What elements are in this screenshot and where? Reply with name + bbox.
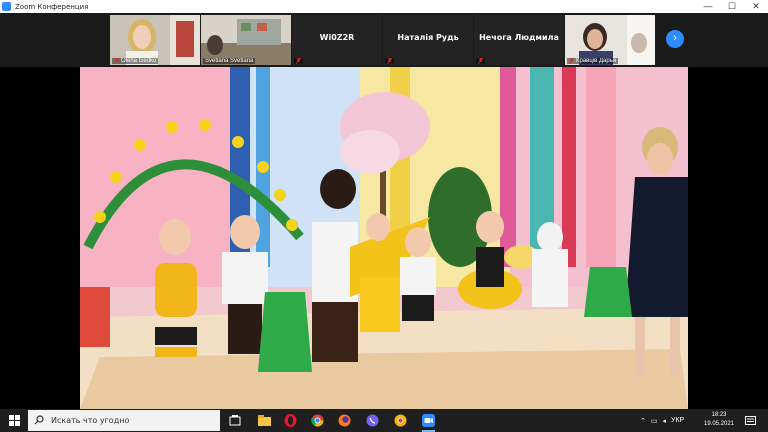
participant-caption-2: Svetlana Svetlana <box>203 58 256 64</box>
close-button[interactable]: ✕ <box>744 0 768 13</box>
participant-caption-1: Olena Gedko <box>112 58 159 64</box>
zoom-icon[interactable] <box>420 412 437 432</box>
clock-date: 19.05.2021 <box>703 421 735 427</box>
search-placeholder: Искать что угодно <box>51 416 130 425</box>
chevron-right-icon[interactable]: › <box>666 30 684 48</box>
window-title: Zoom Конференция <box>15 2 89 11</box>
chrome-icon[interactable] <box>309 412 326 429</box>
muted-mic-icon <box>387 58 392 64</box>
notification-icon[interactable] <box>745 414 756 432</box>
active-speaker-video <box>80 67 688 409</box>
kindergarten-performance-scene <box>80 67 688 409</box>
participant-gallery: Olena Gedko Svetlana Svetlana Wi0Z2R Нат… <box>0 13 768 67</box>
clock-time: 18:23 <box>711 412 727 418</box>
task-view-icon[interactable] <box>226 412 243 429</box>
muted-mic-icon <box>114 58 119 64</box>
muted-mic-icon <box>569 58 574 64</box>
opera-icon[interactable] <box>282 412 299 429</box>
search-icon <box>34 412 48 430</box>
participant-tile-3[interactable]: Wi0Z2R <box>292 15 382 65</box>
language-indicator[interactable]: УКР <box>671 417 684 424</box>
participant-tile-2[interactable]: Svetlana Svetlana <box>201 15 291 65</box>
title-bar: Zoom Конференция — ☐ ✕ <box>0 0 768 13</box>
taskbar-clock[interactable]: 18:23 19.05.2021 <box>698 411 740 429</box>
muted-mic-icon <box>478 58 483 64</box>
explorer-icon[interactable] <box>256 412 273 429</box>
taskbar-search-box[interactable]: Искать что угодно <box>28 410 220 431</box>
muted-mic-icon <box>296 58 301 64</box>
volume-icon[interactable]: ◂ <box>663 417 667 425</box>
participant-tile-4[interactable]: Наталія Рудь <box>383 15 473 65</box>
minimize-button[interactable]: — <box>696 0 720 13</box>
maximize-button[interactable]: ☐ <box>720 0 744 13</box>
participant-name-4: Наталія Рудь <box>397 33 459 42</box>
participant-tile-6[interactable]: Кравців Дарья <box>565 15 655 65</box>
participant-caption-6: Кравців Дарья <box>567 58 619 64</box>
participant-caption-5 <box>476 58 485 64</box>
participant-caption-4 <box>385 58 394 64</box>
windows-start-icon[interactable] <box>0 409 28 432</box>
participant-tile-5[interactable]: Нечога Людмила <box>474 15 564 65</box>
tray-chevron-up-icon[interactable]: ⌃ <box>640 417 646 425</box>
chrome-alt-icon[interactable] <box>392 412 409 429</box>
participant-name-3: Wi0Z2R <box>319 33 355 42</box>
viber-icon[interactable] <box>364 412 381 429</box>
system-tray: ⌃ ▭ ◂ УКР <box>640 409 684 432</box>
windows-taskbar: Искать что угодно ⌃ ▭ ◂ УКР 18:23 19.05.… <box>0 409 768 432</box>
zoom-logo-icon <box>2 2 11 11</box>
participant-name-5: Нечога Людмила <box>479 33 559 42</box>
network-icon[interactable]: ▭ <box>651 417 658 425</box>
firefox-icon[interactable] <box>336 412 353 429</box>
participant-caption-3 <box>294 58 303 64</box>
participant-tile-1[interactable]: Olena Gedko <box>110 15 200 65</box>
